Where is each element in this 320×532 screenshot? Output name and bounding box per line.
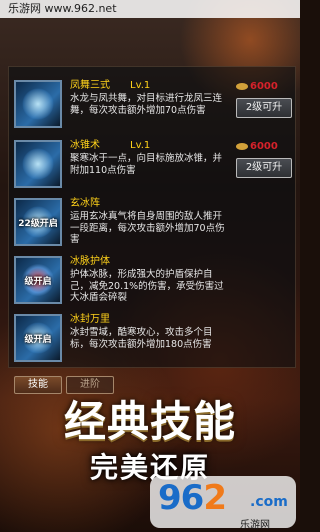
- skill-row-2[interactable]: 冰锥术 Lv.1 聚寒冰于一点，向目标施放冰锥，并附加110点伤害 6000 2…: [14, 140, 292, 190]
- skill-description: 冰封雪域，酷寒攻心，攻击多个目标，每次攻击额外增加180点伤害: [70, 327, 213, 350]
- skill-row-4[interactable]: 级开启 冰脉护体 护体冰脉，形成强大的护盾保护自己，减免20.1%的伤害，承受伤…: [14, 256, 286, 306]
- skill-level: Lv.1: [130, 80, 151, 91]
- promo-title: 经典技能: [63, 397, 236, 446]
- skill-level: Lv.1: [130, 140, 151, 151]
- ice-shield-icon[interactable]: 级开启: [14, 256, 62, 304]
- upgrade-button[interactable]: 2级可升: [236, 158, 292, 178]
- site-header-text: 乐游网 www.962.net: [8, 2, 117, 15]
- skill-description: 运用玄冰真气将自身周围的敌人推开一段距离，每次攻击额外增加70点伤害: [70, 211, 225, 245]
- ice-array-icon[interactable]: 22级开启: [14, 198, 62, 246]
- skill-cost-value: 6000: [250, 141, 278, 152]
- watermark-site-name: 乐游网: [240, 520, 270, 531]
- skill-cost: 6000: [236, 141, 278, 152]
- skill-description: 护体冰脉，形成强大的护盾保护自己，减免20.1%的伤害，承受伤害过大冰盾会碎裂: [70, 269, 224, 303]
- skill-name: 冰封万里: [70, 314, 110, 325]
- skill-row-3[interactable]: 22级开启 玄冰阵 运用玄冰真气将自身周围的敌人推开一段距离，每次攻击额外增加7…: [14, 198, 286, 248]
- site-watermark: 962 .com 乐游网: [150, 476, 296, 531]
- coin-icon: [236, 142, 248, 150]
- ice-seal-icon[interactable]: 级开启: [14, 314, 62, 362]
- ice-spike-icon[interactable]: [14, 140, 62, 188]
- unlock-level-label: 22级开启: [18, 219, 58, 229]
- unlock-level-label: 级开启: [24, 277, 52, 287]
- site-header: 乐游网 www.962.net: [0, 0, 300, 18]
- skill-name: 玄冰阵: [70, 198, 100, 209]
- skill-row-1[interactable]: 凤舞三式 Lv.1 水龙与凤共舞，对目标进行龙凤三连舞，每次攻击额外增加70点伤…: [14, 80, 292, 130]
- skill-description: 水龙与凤共舞，对目标进行龙凤三连舞，每次攻击额外增加70点伤害: [70, 93, 223, 116]
- skill-name: 凤舞三式: [70, 80, 110, 91]
- upgrade-button[interactable]: 2级可升: [236, 98, 292, 118]
- skill-description: 聚寒冰于一点，向目标施放冰锥，并附加110点伤害: [70, 153, 223, 176]
- watermark-logo: 962: [158, 478, 227, 518]
- watermark-number: 96: [158, 478, 204, 518]
- coin-icon: [236, 82, 248, 90]
- unlock-level-label: 级开启: [24, 335, 52, 345]
- watermark-domain: .com: [250, 494, 288, 510]
- skill-row-5[interactable]: 级开启 冰封万里 冰封雪域，酷寒攻心，攻击多个目标，每次攻击额外增加180点伤害: [14, 314, 286, 364]
- skill-cost: 6000: [236, 81, 278, 92]
- watermark-number-accent: 2: [203, 478, 227, 518]
- skill-name: 冰脉护体: [70, 256, 110, 267]
- skill-cost-value: 6000: [250, 81, 278, 92]
- skill-name: 冰锥术: [70, 140, 100, 151]
- water-dragon-icon[interactable]: [14, 80, 62, 128]
